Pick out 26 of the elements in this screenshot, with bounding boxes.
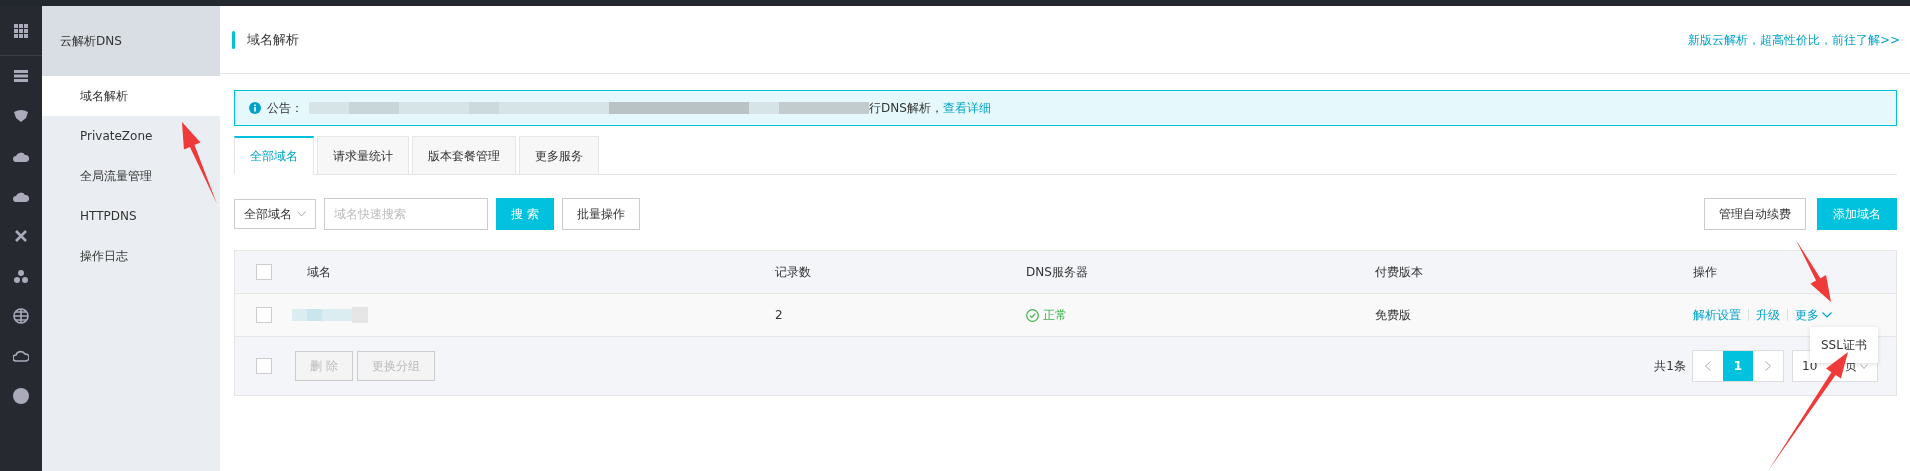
column-header: 付费版本 [1375, 264, 1423, 281]
record-count: 2 [775, 307, 784, 324]
filter-select[interactable]: 全部域名 [234, 199, 316, 229]
sidebar-item[interactable]: 域名解析 [42, 76, 220, 116]
column-header: 记录数 [775, 264, 811, 281]
tab[interactable]: 版本套餐管理 [412, 136, 516, 175]
menu-item[interactable]: SSL证书 [1821, 336, 1867, 354]
page-title: 域名解析 [247, 30, 299, 49]
sidebar-item[interactable]: PrivateZone [42, 116, 220, 156]
sidebar-title: 云解析DNS [60, 33, 122, 50]
tab[interactable]: 更多服务 [519, 136, 599, 175]
sidebar-item[interactable]: 全局流量管理 [42, 156, 220, 196]
auto-renew-button[interactable]: 管理自动续费 [1704, 198, 1806, 230]
sidebar-item[interactable]: 操作日志 [42, 236, 220, 276]
notice-label: 公告： [267, 100, 303, 117]
tab[interactable]: 请求量统计 [317, 136, 409, 175]
batch-button[interactable]: 批量操作 [562, 198, 640, 230]
sidebar-item[interactable]: HTTPDNS [42, 196, 220, 236]
column-header: 域名 [307, 264, 331, 281]
notice-text: 行DNS解析， [869, 100, 943, 117]
column-header: 操作 [1693, 264, 1717, 281]
column-header: DNS服务器 [1026, 264, 1088, 281]
total-count: 共1条 [1654, 358, 1686, 375]
dns-status: 正常 [1043, 307, 1067, 324]
search-field[interactable]: 域名快速搜索 [324, 198, 488, 230]
edition: 免费版 [1375, 307, 1412, 324]
